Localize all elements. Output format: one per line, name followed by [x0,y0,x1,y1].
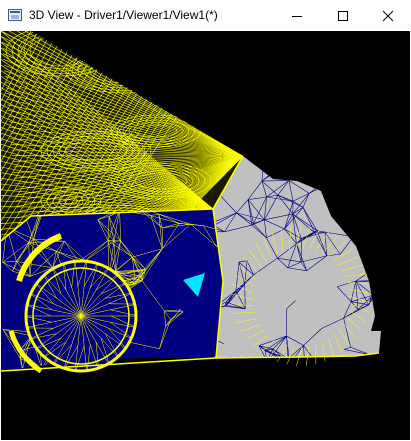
window-title: 3D View - Driver1/Viewer1/View1(*) [29,8,218,22]
viewer-window: 3D View - Driver1/Viewer1/View1(*) [0,0,411,441]
maximize-icon [338,10,348,21]
mesh-canvas [1,31,381,374]
app-icon [8,9,22,21]
3d-viewport[interactable] [1,31,410,440]
minimize-icon [292,15,302,17]
title-bar[interactable]: 3D View - Driver1/Viewer1/View1(*) [0,0,411,31]
close-button[interactable] [365,0,411,31]
minimize-button[interactable] [274,0,320,31]
close-icon [382,10,394,21]
maximize-button[interactable] [320,0,366,31]
